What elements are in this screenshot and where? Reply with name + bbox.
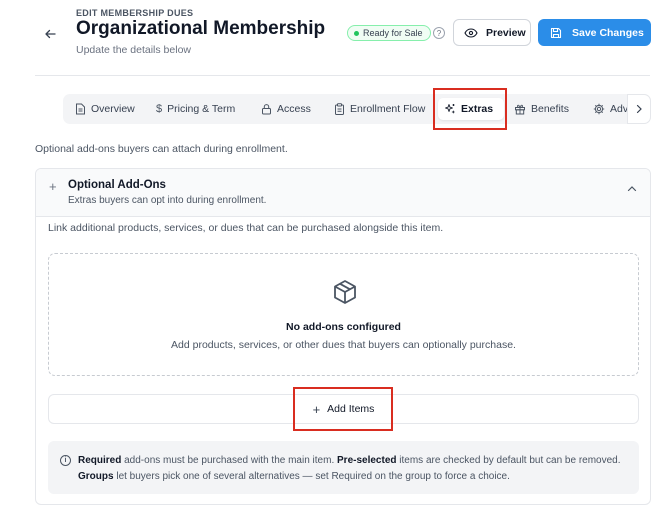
help-icon[interactable]: ? <box>433 27 445 39</box>
tab-label: Enrollment Flow <box>350 103 426 115</box>
empty-state-description: Add products, services, or other dues th… <box>171 339 516 351</box>
tab-label: Adv <box>610 103 629 115</box>
info-groups-term: Groups <box>78 471 114 482</box>
tab-label: Extras <box>461 103 494 115</box>
info-text-part: let buyers pick one of several alternati… <box>113 471 510 482</box>
tab-scroll-right-button[interactable] <box>627 94 651 124</box>
page-header: EDIT MEMBERSHIP DUES Organizational Memb… <box>0 0 670 76</box>
package-icon <box>334 280 356 304</box>
tab-label: Benefits <box>531 103 569 115</box>
status-dot-icon <box>354 30 359 36</box>
section-description: Optional add-ons buyers can attach durin… <box>35 143 288 155</box>
document-icon <box>76 103 85 115</box>
plus-icon: + <box>49 179 57 194</box>
page-eyebrow: EDIT MEMBERSHIP DUES <box>76 8 194 18</box>
addons-info-box: i Required add-ons must be purchased wit… <box>48 441 639 494</box>
tab-label: Pricing & Term <box>167 103 236 115</box>
tab-enrollment-flow[interactable]: Enrollment Flow <box>328 98 431 120</box>
eye-icon <box>464 27 478 38</box>
arrow-left-icon <box>45 29 56 39</box>
chevron-up-icon[interactable] <box>625 181 639 195</box>
info-required-term: Required <box>78 455 122 466</box>
page-subtitle: Update the details below <box>76 44 191 56</box>
status-label: Ready for Sale <box>363 28 423 38</box>
page-title: Organizational Membership <box>76 18 326 39</box>
addons-card-header[interactable]: + Optional Add-Ons Extras buyers can opt… <box>36 169 650 217</box>
tab-extras[interactable]: Extras <box>438 98 504 120</box>
tab-bar: Overview $ Pricing & Term Access Enrollm… <box>63 94 651 124</box>
addons-link-text: Link additional products, services, or d… <box>48 222 444 234</box>
gear-icon <box>593 103 605 115</box>
status-badge: Ready for Sale <box>347 25 431 41</box>
addons-card-subtitle: Extras buyers can opt into during enroll… <box>68 195 267 206</box>
save-changes-label: Save Changes <box>572 26 644 39</box>
plus-icon: + <box>312 401 321 417</box>
tab-label: Overview <box>91 103 135 115</box>
info-preselected-term: Pre-selected <box>337 455 397 466</box>
preview-label: Preview <box>486 26 526 39</box>
back-button[interactable] <box>40 24 60 44</box>
tab-benefits[interactable]: Benefits <box>508 98 575 120</box>
header-divider <box>35 75 650 76</box>
info-icon: i <box>60 455 71 466</box>
gift-icon <box>515 104 525 115</box>
tab-label: Access <box>277 103 311 115</box>
dollar-icon: $ <box>156 103 163 115</box>
addons-info-text: Required add-ons must be purchased with … <box>78 453 623 485</box>
info-text-part: add-ons must be purchased with the main … <box>121 455 338 466</box>
tab-pricing-term[interactable]: $ Pricing & Term <box>150 98 241 120</box>
floppy-disk-icon <box>550 27 562 38</box>
addons-empty-state: No add-ons configured Add products, serv… <box>48 253 639 376</box>
chevron-right-icon <box>636 104 642 114</box>
sparkles-icon <box>445 104 456 114</box>
info-text-part: items are checked by default but can be … <box>396 455 621 466</box>
empty-state-title: No add-ons configured <box>286 321 401 333</box>
add-items-button[interactable]: + Add Items <box>48 394 639 424</box>
lock-icon <box>262 104 271 115</box>
optional-addons-card: + Optional Add-Ons Extras buyers can opt… <box>35 168 651 505</box>
tab-access[interactable]: Access <box>255 98 317 120</box>
add-items-label: Add Items <box>327 403 375 415</box>
clipboard-icon <box>335 103 344 115</box>
preview-button[interactable]: Preview <box>453 19 531 46</box>
tab-overview[interactable]: Overview <box>69 98 141 120</box>
save-changes-button[interactable]: Save Changes <box>538 19 651 46</box>
addons-card-title: Optional Add-Ons <box>68 179 166 191</box>
